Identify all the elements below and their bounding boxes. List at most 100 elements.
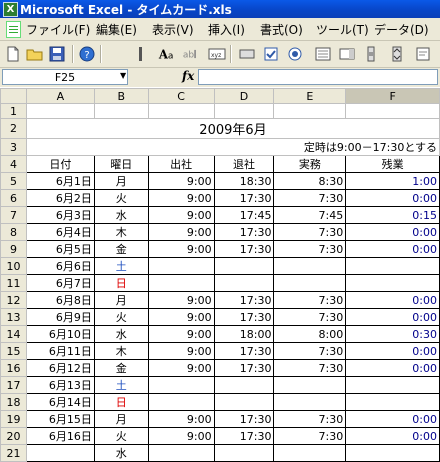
overtime-cell[interactable]: [345, 274, 440, 292]
header-weekday[interactable]: 曜日: [93, 155, 149, 173]
overtime-cell[interactable]: 0:00: [345, 342, 440, 360]
clock-out-cell[interactable]: 17:30: [213, 410, 275, 428]
date-cell[interactable]: 6月7日: [25, 274, 95, 292]
date-cell[interactable]: 6月14日: [25, 393, 95, 411]
header-clock-out[interactable]: 退社: [213, 155, 275, 173]
row-header[interactable]: 12: [0, 291, 27, 309]
spinner-icon[interactable]: [388, 45, 406, 63]
weekday-cell[interactable]: 日: [93, 274, 149, 292]
date-cell[interactable]: 6月12日: [25, 359, 95, 377]
row-header[interactable]: 20: [0, 427, 27, 445]
clock-out-cell[interactable]: 17:30: [213, 223, 275, 241]
date-cell[interactable]: 6月1日: [25, 172, 95, 190]
row-header[interactable]: 15: [0, 342, 27, 360]
date-cell[interactable]: [25, 444, 95, 462]
date-cell[interactable]: 6月8日: [25, 291, 95, 309]
weekday-cell[interactable]: 火: [93, 308, 149, 326]
work-time-cell[interactable]: 7:30: [273, 291, 347, 309]
cell[interactable]: [273, 103, 347, 119]
work-time-cell[interactable]: 7:30: [273, 223, 347, 241]
work-time-cell[interactable]: [273, 274, 347, 292]
column-header-d[interactable]: D: [213, 88, 275, 104]
help-icon[interactable]: ?: [78, 45, 96, 63]
clock-in-cell[interactable]: [147, 393, 215, 411]
weekday-cell[interactable]: 金: [93, 240, 149, 258]
column-header-e[interactable]: E: [273, 88, 347, 104]
date-cell[interactable]: 6月6日: [25, 257, 95, 275]
listbox-icon[interactable]: [314, 45, 332, 63]
row-header[interactable]: 6: [0, 189, 27, 207]
text-field-icon[interactable]: ab: [182, 45, 204, 63]
overtime-cell[interactable]: 0:00: [345, 223, 440, 241]
clock-in-cell[interactable]: 9:00: [147, 342, 215, 360]
row-header[interactable]: 19: [0, 410, 27, 428]
row-header[interactable]: 14: [0, 325, 27, 343]
weekday-cell[interactable]: 月: [93, 291, 149, 309]
cell[interactable]: [25, 103, 95, 119]
menu-format[interactable]: 書式(O): [260, 21, 303, 38]
clock-in-cell[interactable]: 9:00: [147, 240, 215, 258]
clock-out-cell[interactable]: [213, 444, 275, 462]
overtime-cell[interactable]: 0:00: [345, 427, 440, 445]
properties-icon[interactable]: [414, 45, 432, 63]
work-time-cell[interactable]: 7:30: [273, 342, 347, 360]
date-cell[interactable]: 6月10日: [25, 325, 95, 343]
weekday-cell[interactable]: 水: [93, 444, 149, 462]
clock-out-cell[interactable]: [213, 274, 275, 292]
clock-out-cell[interactable]: 17:30: [213, 291, 275, 309]
date-cell[interactable]: 6月9日: [25, 308, 95, 326]
radio-icon[interactable]: [286, 45, 304, 63]
header-overtime[interactable]: 残業: [345, 155, 440, 173]
overtime-cell[interactable]: [345, 393, 440, 411]
overtime-cell[interactable]: 0:00: [345, 291, 440, 309]
clock-out-cell[interactable]: [213, 376, 275, 394]
weekday-cell[interactable]: 日: [93, 393, 149, 411]
menu-edit[interactable]: 編集(E): [96, 21, 137, 38]
clock-in-cell[interactable]: 9:00: [147, 189, 215, 207]
weekday-cell[interactable]: 月: [93, 410, 149, 428]
weekday-cell[interactable]: 火: [93, 427, 149, 445]
row-header[interactable]: 21: [0, 444, 27, 462]
clock-in-cell[interactable]: 9:00: [147, 359, 215, 377]
weekday-cell[interactable]: 木: [93, 342, 149, 360]
clock-in-cell[interactable]: [147, 257, 215, 275]
clock-in-cell[interactable]: [147, 274, 215, 292]
clock-in-cell[interactable]: 9:00: [147, 410, 215, 428]
row-header[interactable]: 4: [0, 155, 27, 173]
date-cell[interactable]: 6月3日: [25, 206, 95, 224]
clock-in-cell[interactable]: 9:00: [147, 291, 215, 309]
row-header[interactable]: 10: [0, 257, 27, 275]
overtime-cell[interactable]: [345, 257, 440, 275]
weekday-cell[interactable]: 土: [93, 257, 149, 275]
overtime-cell[interactable]: 0:30: [345, 325, 440, 343]
font-size-icon[interactable]: Aa: [158, 45, 178, 63]
column-header-f[interactable]: F: [345, 88, 440, 104]
overtime-cell[interactable]: 0:00: [345, 410, 440, 428]
label-icon[interactable]: xyz: [208, 45, 226, 63]
weekday-cell[interactable]: 木: [93, 223, 149, 241]
weekday-cell[interactable]: 土: [93, 376, 149, 394]
clock-out-cell[interactable]: 17:45: [213, 206, 275, 224]
work-time-cell[interactable]: [273, 257, 347, 275]
column-header-c[interactable]: C: [147, 88, 215, 104]
date-cell[interactable]: 6月4日: [25, 223, 95, 241]
scrollbar-icon[interactable]: [362, 45, 380, 63]
clock-out-cell[interactable]: 17:30: [213, 240, 275, 258]
overtime-cell[interactable]: 1:00: [345, 172, 440, 190]
date-cell[interactable]: 6月2日: [25, 189, 95, 207]
weekday-cell[interactable]: 月: [93, 172, 149, 190]
header-date[interactable]: 日付: [25, 155, 95, 173]
formula-input[interactable]: [198, 69, 438, 85]
weekday-cell[interactable]: 水: [93, 206, 149, 224]
work-time-cell[interactable]: 7:30: [273, 308, 347, 326]
row-header[interactable]: 16: [0, 359, 27, 377]
menu-data[interactable]: データ(D): [374, 21, 429, 38]
clock-in-cell[interactable]: [147, 376, 215, 394]
cell[interactable]: [345, 103, 440, 119]
row-header[interactable]: 13: [0, 308, 27, 326]
select-all-corner[interactable]: [0, 88, 27, 104]
cell[interactable]: [147, 103, 215, 119]
document-icon[interactable]: [6, 21, 21, 38]
date-cell[interactable]: 6月13日: [25, 376, 95, 394]
grip-icon[interactable]: [132, 45, 142, 63]
